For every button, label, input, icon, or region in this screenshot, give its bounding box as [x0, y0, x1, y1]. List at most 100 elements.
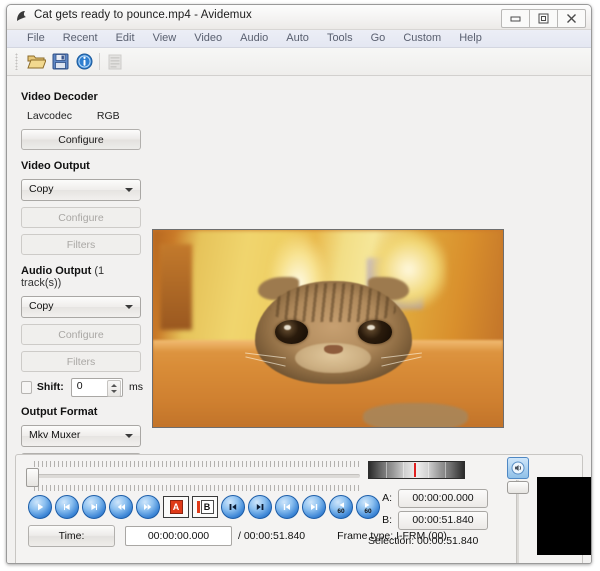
video-decoder-heading: Video Decoder	[21, 91, 143, 103]
transport-controls: A B	[28, 495, 380, 519]
output-format-muxer-value: Mkv Muxer	[29, 429, 80, 441]
timeline-scrubber[interactable]	[24, 461, 364, 493]
preview-cat	[255, 281, 413, 383]
next-frame-button[interactable]	[82, 495, 106, 519]
avidemux-window: Cat gets ready to pounce.mp4 - Avidemux …	[6, 4, 592, 564]
video-output-configure-button[interactable]: Configure	[21, 207, 141, 228]
marker-b-label: B	[201, 500, 214, 514]
audio-shift-units: ms	[129, 381, 143, 393]
toolbar-separator	[99, 53, 100, 70]
properties-icon	[103, 50, 127, 73]
window-title: Cat gets ready to pounce.mp4 - Avidemux	[34, 9, 252, 21]
play-button[interactable]	[28, 495, 52, 519]
timeline-track[interactable]	[34, 474, 360, 478]
menu-custom[interactable]: Custom	[394, 30, 450, 47]
audio-level-indicator	[414, 463, 416, 477]
go-to-marker-a-button[interactable]	[221, 495, 245, 519]
marker-fields: A: 00:00:00.000 B: 00:00:51.840 Selectio…	[368, 487, 508, 547]
audio-output-heading: Audio Output (1 track(s))	[21, 265, 143, 289]
go-to-marker-b-button[interactable]	[248, 495, 272, 519]
audio-shift-value: 0	[77, 380, 83, 392]
timeline-ticks-bottom	[34, 485, 360, 491]
audio-shift-stepper-buttons[interactable]	[107, 380, 121, 397]
cat-paw	[363, 403, 468, 428]
tool-bar	[7, 48, 591, 76]
toolbar-grip[interactable]	[15, 53, 18, 70]
video-output-heading: Video Output	[21, 160, 143, 172]
video-output-filters-button[interactable]: Filters	[21, 234, 141, 255]
marker-a-label: A	[170, 500, 183, 514]
rewind-button[interactable]	[109, 495, 133, 519]
playback-control-panel: A B	[15, 454, 583, 564]
marker-b-bar-icon	[197, 501, 200, 513]
audio-level-meter	[368, 461, 465, 479]
menu-file[interactable]: File	[18, 30, 54, 47]
fast-forward-button[interactable]	[136, 495, 160, 519]
stepper-up-icon[interactable]	[111, 384, 117, 387]
marker-b-row: B: 00:00:51.840	[368, 509, 508, 531]
maximize-button[interactable]	[529, 9, 558, 28]
speaker-icon[interactable]	[507, 457, 529, 479]
audio-shift-stepper[interactable]: 0	[71, 378, 123, 397]
menu-edit[interactable]: Edit	[107, 30, 144, 47]
audio-output-mode-select[interactable]: Copy	[21, 296, 141, 318]
audio-output-filters-button[interactable]: Filters	[21, 351, 141, 372]
video-output-mode-select[interactable]: Copy	[21, 179, 141, 201]
close-button[interactable]	[557, 9, 586, 28]
menu-audio[interactable]: Audio	[231, 30, 277, 47]
menu-view[interactable]: View	[144, 30, 186, 47]
video-output-mode-value: Copy	[29, 183, 54, 195]
video-decoder-configure-button[interactable]: Configure	[21, 129, 141, 150]
next-keyframe-button[interactable]	[302, 495, 326, 519]
selection-duration-label: Selection: 00:00:51.840	[368, 535, 508, 547]
output-format-muxer-select[interactable]: Mkv Muxer	[21, 425, 141, 447]
volume-slider-handle[interactable]	[507, 481, 529, 494]
menu-auto[interactable]: Auto	[277, 30, 318, 47]
preview-thumbnail[interactable]	[537, 477, 592, 555]
audio-output-title: Audio Output	[21, 265, 91, 277]
marker-b-field-label: B:	[368, 514, 392, 526]
stepper-down-icon[interactable]	[111, 390, 117, 393]
set-marker-b-button[interactable]: B	[192, 496, 218, 518]
video-preview[interactable]	[152, 229, 504, 428]
menu-go[interactable]: Go	[362, 30, 395, 47]
open-file-icon[interactable]	[24, 50, 48, 73]
timeline-handle[interactable]	[26, 468, 39, 487]
cat-nose	[324, 345, 343, 354]
current-time-field[interactable]: 00:00:00.000	[125, 526, 232, 546]
menu-video[interactable]: Video	[185, 30, 231, 47]
menu-help[interactable]: Help	[450, 30, 491, 47]
audio-output-configure-button[interactable]: Configure	[21, 324, 141, 345]
menu-tools[interactable]: Tools	[318, 30, 362, 47]
chevron-down-icon	[125, 305, 133, 309]
timeline-ticks-top	[34, 461, 360, 467]
decoder-colorspace-label: RGB	[97, 110, 120, 122]
audio-shift-checkbox[interactable]	[21, 381, 32, 394]
total-time-label: / 00:00:51.840	[238, 530, 305, 542]
time-mode-button[interactable]: Time:	[28, 525, 115, 547]
chevron-down-icon	[125, 188, 133, 192]
back-60-seconds-button[interactable]: 60	[329, 495, 353, 519]
previous-keyframe-button[interactable]	[275, 495, 299, 519]
minimize-button[interactable]	[501, 9, 530, 28]
set-marker-a-button[interactable]: A	[163, 496, 189, 518]
volume-controls	[506, 457, 532, 564]
menu-recent[interactable]: Recent	[54, 30, 107, 47]
audio-output-mode-value: Copy	[29, 300, 54, 312]
previous-frame-button[interactable]	[55, 495, 79, 519]
main-content: Video Decoder Lavcodec RGB Configure Vid…	[7, 76, 591, 564]
chevron-down-icon	[125, 434, 133, 438]
marker-b-field[interactable]: 00:00:51.840	[398, 511, 488, 530]
marker-a-field[interactable]: 00:00:00.000	[398, 489, 488, 508]
configuration-panel: Video Decoder Lavcodec RGB Configure Vid…	[21, 81, 143, 480]
audio-shift-label: Shift:	[37, 381, 64, 393]
title-bar: Cat gets ready to pounce.mp4 - Avidemux	[7, 5, 591, 30]
window-controls	[502, 9, 586, 28]
output-format-heading: Output Format	[21, 406, 143, 418]
menu-bar: File Recent Edit View Video Audio Auto T…	[7, 30, 591, 48]
audio-shift-row: Shift: 0 ms	[21, 378, 143, 396]
video-decoder-info: Lavcodec RGB	[27, 110, 143, 122]
save-file-icon[interactable]	[48, 50, 72, 73]
svg-text:60: 60	[337, 508, 345, 515]
info-icon[interactable]	[72, 50, 96, 73]
